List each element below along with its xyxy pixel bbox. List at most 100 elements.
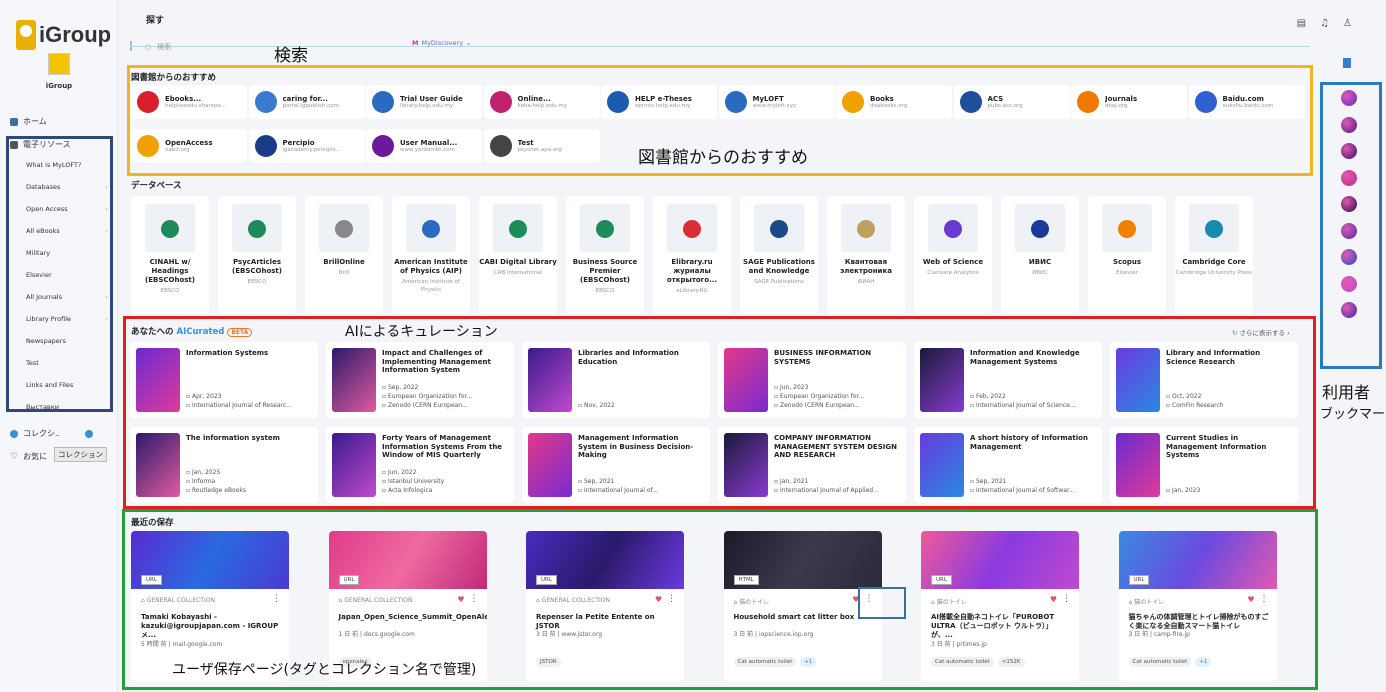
database-card[interactable]: SAGE Publications and Knowledge SAGE Publ… bbox=[740, 196, 818, 314]
database-card[interactable]: Web of Science Clarivate Analytics bbox=[914, 196, 992, 314]
database-card[interactable]: Квантовая электроника ФИАН bbox=[827, 196, 905, 314]
database-logo bbox=[493, 204, 543, 252]
database-logo-mark bbox=[596, 220, 614, 238]
nav-favorites[interactable]: ♡ お気に bbox=[10, 451, 47, 462]
database-name: Квантовая электроника bbox=[840, 258, 892, 275]
database-publisher: American Institute of Physics bbox=[402, 279, 460, 293]
database-card[interactable]: CINAHL w/ Headings (EBSCOhost) EBSCO bbox=[131, 196, 209, 314]
collection-badge bbox=[85, 429, 94, 438]
tooltip: コレクション bbox=[54, 447, 107, 462]
heart-icon: ♡ bbox=[10, 451, 19, 462]
database-name: Business Source Premier (EBSCOhost) bbox=[572, 258, 638, 284]
user-icon[interactable]: ♙ bbox=[1343, 18, 1352, 29]
org-name: iGroup bbox=[45, 82, 73, 90]
annotation-search: 検索 bbox=[274, 46, 308, 66]
annotation-right2: ブックマー bbox=[1320, 407, 1386, 422]
app: iGroup iGroup ホーム 電子リソース What is MyLOFT?… bbox=[0, 0, 1386, 692]
logo-text: iGroup bbox=[39, 22, 112, 47]
database-card[interactable]: Business Source Premier (EBSCOhost) EBSCO bbox=[566, 196, 644, 314]
database-logo bbox=[232, 204, 282, 252]
database-card[interactable]: American Institute of Physics (AIP) Ameri… bbox=[392, 196, 470, 314]
database-publisher: eLibrary.RU bbox=[676, 288, 708, 294]
database-logo bbox=[928, 204, 978, 252]
database-publisher: Cambridge University Press bbox=[1176, 270, 1252, 276]
database-publisher: SAGE Publications bbox=[754, 279, 804, 285]
database-name: ИВИС bbox=[1028, 258, 1052, 266]
database-card[interactable]: CABI Digital Library CAB International bbox=[479, 196, 557, 314]
sidebar-highlight bbox=[6, 136, 113, 412]
database-publisher: Brill bbox=[338, 270, 350, 276]
nav-collections[interactable]: コレクシ.. bbox=[10, 428, 94, 439]
database-name: SAGE Publications and Knowledge bbox=[743, 258, 815, 275]
org-avatar bbox=[48, 53, 70, 75]
database-logo-mark bbox=[1031, 220, 1049, 238]
database-logo-mark bbox=[1118, 220, 1136, 238]
right-highlight bbox=[1320, 82, 1382, 369]
database-logo bbox=[406, 204, 456, 252]
myloft-icon: M bbox=[412, 39, 419, 47]
ai-highlight bbox=[123, 316, 1316, 509]
database-card[interactable]: BrillOnline Brill bbox=[305, 196, 383, 314]
database-card[interactable]: Elibrary.ru журналы открытого... eLibrary… bbox=[653, 196, 731, 314]
nav-home-label: ホーム bbox=[23, 117, 47, 126]
nav-home[interactable]: ホーム bbox=[10, 116, 47, 127]
database-name: CINAHL w/ Headings (EBSCOhost) bbox=[145, 258, 195, 284]
database-logo-mark bbox=[335, 220, 353, 238]
cat-card-highlight bbox=[858, 587, 906, 619]
database-publisher: EBSCO bbox=[160, 288, 180, 294]
annotation-ai: AIによるキュレーション bbox=[345, 324, 498, 340]
database-logo bbox=[1102, 204, 1152, 252]
database-card[interactable]: Cambridge Core Cambridge University Press bbox=[1175, 196, 1253, 314]
database-logo-mark bbox=[1205, 220, 1223, 238]
database-card[interactable]: ИВИС ИВИС bbox=[1001, 196, 1079, 314]
annotation-right1: 利用者 bbox=[1322, 383, 1371, 402]
database-logo bbox=[319, 204, 369, 252]
top-icons: ▤ ♫ ♙ bbox=[1297, 18, 1352, 29]
database-logo-mark bbox=[857, 220, 875, 238]
topbar: 探す ▤ ♫ ♙ bbox=[118, 0, 1386, 40]
database-publisher: ИВИС bbox=[1032, 270, 1048, 276]
database-publisher: CAB International bbox=[493, 270, 543, 276]
chevron-down-icon: ⌄ bbox=[466, 39, 472, 47]
logo-icon bbox=[16, 20, 36, 50]
bell-icon[interactable]: ♫ bbox=[1320, 18, 1329, 29]
database-card[interactable]: Scopus Elsevier bbox=[1088, 196, 1166, 314]
database-publisher: Clarivate Analytics bbox=[927, 270, 979, 276]
database-name: PsycArticles (EBSCOhost) bbox=[232, 258, 282, 275]
database-publisher: EBSCO bbox=[247, 279, 267, 285]
save-icon[interactable]: ▤ bbox=[1297, 18, 1306, 29]
source-label: MyDiscovery bbox=[421, 39, 464, 47]
database-name: American Institute of Physics (AIP) bbox=[394, 258, 468, 275]
database-logo-mark bbox=[161, 220, 179, 238]
database-name: Elibrary.ru журналы открытого... bbox=[666, 258, 718, 284]
database-logo bbox=[1189, 204, 1239, 252]
database-card[interactable]: PsycArticles (EBSCOhost) EBSCO bbox=[218, 196, 296, 314]
database-logo bbox=[145, 204, 195, 252]
database-name: BrillOnline bbox=[323, 258, 365, 266]
nav-collections-label: コレクシ.. bbox=[23, 429, 61, 438]
annotation-recommend: 図書館からのおすすめ bbox=[638, 148, 808, 168]
source-select[interactable]: M MyDiscovery ⌄ bbox=[412, 39, 472, 47]
logo[interactable]: iGroup bbox=[16, 18, 112, 52]
database-logo-mark bbox=[770, 220, 788, 238]
database-name: CABI Digital Library bbox=[479, 258, 557, 266]
annotation-saved: ユーザ保存ページ(タグとコレクション名で管理) bbox=[172, 662, 477, 678]
nav-favorites-label: お気に bbox=[23, 452, 48, 461]
database-logo bbox=[667, 204, 717, 252]
database-logo-mark bbox=[248, 220, 266, 238]
search-icon: ○ bbox=[145, 43, 152, 51]
database-logo bbox=[754, 204, 804, 252]
database-logo-mark bbox=[944, 220, 962, 238]
database-logo-mark bbox=[683, 220, 701, 238]
database-publisher: Elsevier bbox=[1116, 270, 1138, 276]
database-name: Web of Science bbox=[922, 258, 984, 266]
database-logo-mark bbox=[422, 220, 440, 238]
home-icon bbox=[10, 117, 18, 126]
database-logo bbox=[841, 204, 891, 252]
bookmark-icon[interactable] bbox=[1343, 58, 1351, 68]
database-name: Scopus bbox=[1112, 258, 1142, 266]
database-logo bbox=[1015, 204, 1065, 252]
database-logo bbox=[580, 204, 630, 252]
page-title: 探す bbox=[146, 16, 165, 26]
collection-icon bbox=[10, 429, 18, 438]
